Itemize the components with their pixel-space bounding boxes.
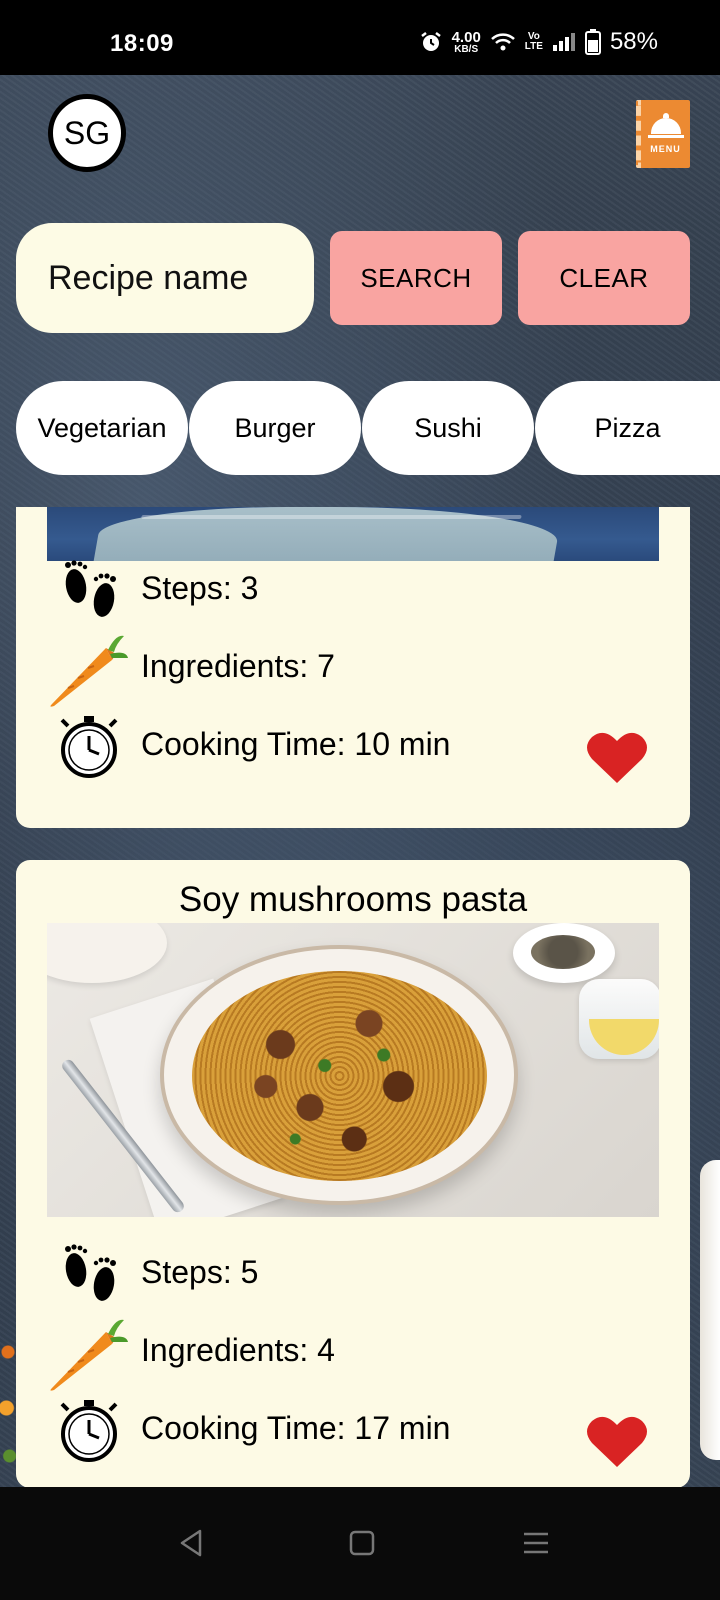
cloche-icon [650, 113, 681, 134]
status-icons: 4.00 KB/S Vo LTE 58% [419, 28, 658, 56]
recent-apps-icon[interactable] [520, 1527, 552, 1559]
status-time: 18:09 [110, 30, 174, 57]
recipe-card[interactable]: Soy mushrooms pasta Steps: 5 Ingredients… [16, 860, 690, 1487]
menu-icon-label: MENU [650, 144, 681, 154]
clear-button[interactable]: CLEAR [518, 231, 690, 325]
profile-avatar[interactable]: SG [48, 94, 126, 172]
recipe-list[interactable]: Steps: 3 Ingredients: 7 Cooking Time: 10… [0, 507, 720, 1487]
menu-book-icon[interactable]: MENU [636, 100, 690, 168]
search-button[interactable]: SEARCH [330, 231, 502, 325]
back-icon[interactable] [176, 1527, 208, 1559]
battery-icon [584, 29, 601, 55]
wifi-icon [490, 33, 515, 51]
stopwatch-icon [60, 1400, 118, 1462]
recipe-ingredients-row: Ingredients: 4 [16, 1318, 690, 1391]
recipe-search-input[interactable] [16, 223, 314, 333]
footprints-icon [65, 560, 116, 617]
recipe-ingredients: Ingredients: 4 [141, 1332, 335, 1368]
battery-percent: 58% [609, 28, 658, 55]
recipe-steps: Steps: 5 [141, 1254, 259, 1290]
recipe-steps-row: Steps: 5 [16, 1240, 690, 1310]
recipe-image [47, 923, 659, 1217]
favorite-heart-icon[interactable] [586, 1413, 648, 1469]
recipe-steps-row: Steps: 3 [16, 556, 690, 626]
recipe-steps: Steps: 3 [141, 570, 259, 606]
signal-icon [552, 33, 575, 51]
category-chip-sushi[interactable]: Sushi [362, 381, 534, 475]
system-nav-bar [0, 1487, 720, 1600]
carrot-icon [50, 1319, 128, 1391]
carrot-icon [50, 635, 128, 707]
footprints-icon [65, 1244, 116, 1301]
recipe-ingredients: Ingredients: 7 [141, 648, 335, 684]
alarm-icon [420, 32, 441, 51]
volte-indicator: Vo LTE [524, 31, 543, 52]
recipe-cooking-time: Cooking Time: 10 min [141, 726, 451, 762]
category-chip-burger[interactable]: Burger [189, 381, 361, 475]
favorite-heart-icon[interactable] [586, 729, 648, 785]
recipe-cooking-time: Cooking Time: 17 min [141, 1410, 451, 1446]
recipe-image [47, 507, 659, 561]
recipe-title: Soy mushrooms pasta [178, 880, 528, 919]
status-bar: 18:09 4.00 KB/S Vo LTE 58% [0, 0, 720, 75]
network-speed: 4.00 KB/S [451, 28, 481, 55]
category-chip-pizza[interactable]: Pizza [535, 381, 720, 475]
recipe-ingredients-row: Ingredients: 7 [16, 634, 690, 707]
stopwatch-icon [60, 716, 118, 778]
recipe-card[interactable]: Steps: 3 Ingredients: 7 Cooking Time: 10… [16, 507, 690, 828]
category-chip-vegetarian[interactable]: Vegetarian [16, 381, 188, 475]
home-icon[interactable] [346, 1527, 378, 1559]
